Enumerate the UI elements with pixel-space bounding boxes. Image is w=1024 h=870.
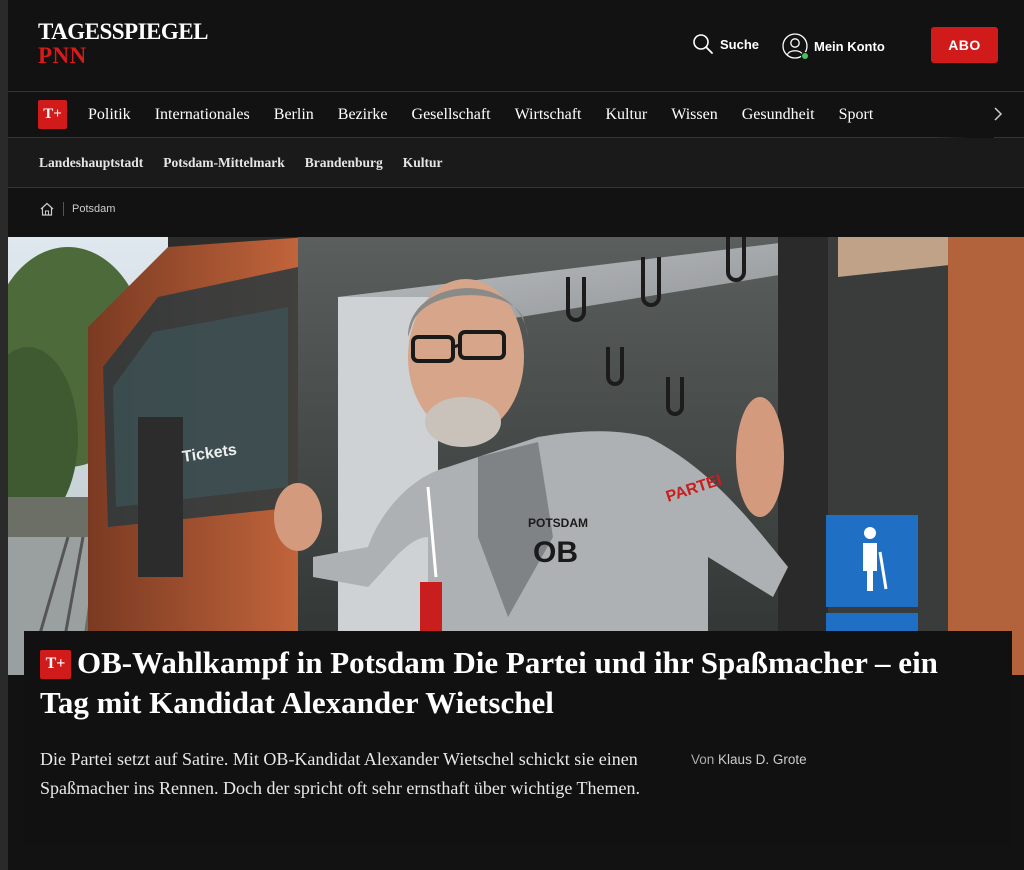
logo-sub-text: PNN [38,43,87,68]
breadcrumb-separator [63,202,64,216]
logo-main-text: TAGESSPIEGEL [38,19,208,44]
site-header: TAGESSPIEGEL PNN Suche Mein Konto ABO [8,0,1024,92]
abo-button[interactable]: ABO [931,27,998,63]
tram-photo: Tickets POTSDAM OB PARTEI [8,237,1024,675]
main-nav-item[interactable]: Wirtschaft [503,106,594,124]
page: TAGESSPIEGEL PNN Suche Mein Konto ABO T+… [8,0,1024,870]
breadcrumb: Potsdam [39,201,115,217]
main-nav-item[interactable]: Bezirke [326,106,400,124]
article-author: Von Klaus D. Grote [691,752,807,767]
site-logo[interactable]: TAGESSPIEGEL PNN [38,20,208,68]
sub-nav-item[interactable]: Brandenburg [305,155,383,171]
article-teaser: Die Partei setzt auf Satire. Mit OB-Kand… [40,749,640,798]
main-nav-item[interactable]: Politik [76,106,143,124]
window-edge [0,0,8,870]
account-button[interactable]: Mein Konto [782,33,885,60]
main-navigation: T+ Politik Internationales Berlin Bezirke Ge… [8,92,1024,138]
main-nav-item[interactable]: Berlin [262,106,326,124]
search-button[interactable]: Suche [692,33,759,55]
svg-text:POTSDAM: POTSDAM [528,516,588,530]
author-name[interactable]: Klaus D. Grote [718,752,807,767]
main-nav-item[interactable]: Wissen [659,106,729,124]
tplus-badge: T+ [40,649,71,679]
svg-text:OB: OB [533,536,578,569]
sub-navigation: Landeshauptstadt Potsdam-Mittelmark Brande… [8,138,1024,188]
main-nav-item[interactable]: Gesundheit [730,106,827,124]
account-label: Mein Konto [814,38,885,54]
article-teaser-card[interactable]: T+ OB-Wahlkampf in Potsdam Die Partei und… [24,631,1012,846]
main-nav-item[interactable]: Sport [827,106,886,124]
article-kicker: OB-Wahlkampf in Potsdam [77,645,446,680]
main-nav-item[interactable]: Internationales [143,106,262,124]
tplus-badge[interactable]: T+ [38,100,67,129]
account-avatar [782,33,809,60]
sub-nav-item[interactable]: Landeshauptstadt [39,155,143,171]
online-status-dot [801,52,809,60]
article-headline[interactable]: T+ OB-Wahlkampf in Potsdam Die Partei und… [40,643,980,723]
sub-nav-item[interactable]: Kultur [403,155,443,171]
author-prefix: Von [691,752,715,767]
sub-nav-item[interactable]: Potsdam-Mittelmark [163,155,284,171]
home-icon[interactable] [39,201,55,217]
nav-fade-overlay [934,92,994,138]
breadcrumb-current[interactable]: Potsdam [72,203,115,215]
hero-image[interactable]: Tickets POTSDAM OB PARTEI [8,237,1024,675]
search-label: Suche [720,36,760,52]
main-nav-item[interactable]: Gesellschaft [400,106,503,124]
main-nav-item[interactable]: Kultur [593,106,659,124]
main-nav-items: Politik Internationales Berlin Bezirke Gesel… [76,106,885,124]
search-icon [693,34,713,54]
chevron-right-icon[interactable] [988,104,1008,124]
